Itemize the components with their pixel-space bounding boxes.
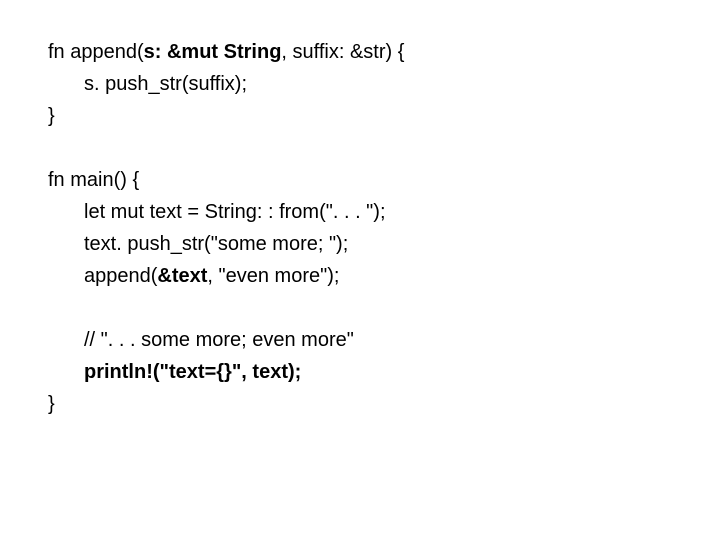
blank-2 (48, 292, 672, 324)
code-line-10: } (48, 388, 672, 420)
code-line-1: fn append(s: &mut String, suffix: &str) … (48, 36, 672, 68)
code-line-6: text. push_str("some more; "); (48, 228, 672, 260)
code-line-4: fn main() { (48, 164, 672, 196)
code-line-7: append(&text, "even more"); (48, 260, 672, 292)
code-append-call-ref: &text (157, 265, 207, 287)
code-fn-append-sig-a: fn append( (48, 41, 144, 63)
code-slide: fn append(s: &mut String, suffix: &str) … (0, 0, 720, 540)
blank-1 (48, 132, 672, 164)
code-fn-append-param-mut: s: &mut String (144, 41, 282, 63)
code-append-call-a: append( (84, 265, 157, 287)
code-line-9: println!("text={}", text); (48, 356, 672, 388)
code-append-call-c: , "even more"); (207, 265, 339, 287)
code-fn-append-sig-c: , suffix: &str) { (281, 41, 404, 63)
code-line-2: s. push_str(suffix); (48, 68, 672, 100)
code-line-5: let mut text = String: : from(". . . "); (48, 196, 672, 228)
code-line-3: } (48, 100, 672, 132)
code-line-8: // ". . . some more; even more" (48, 324, 672, 356)
